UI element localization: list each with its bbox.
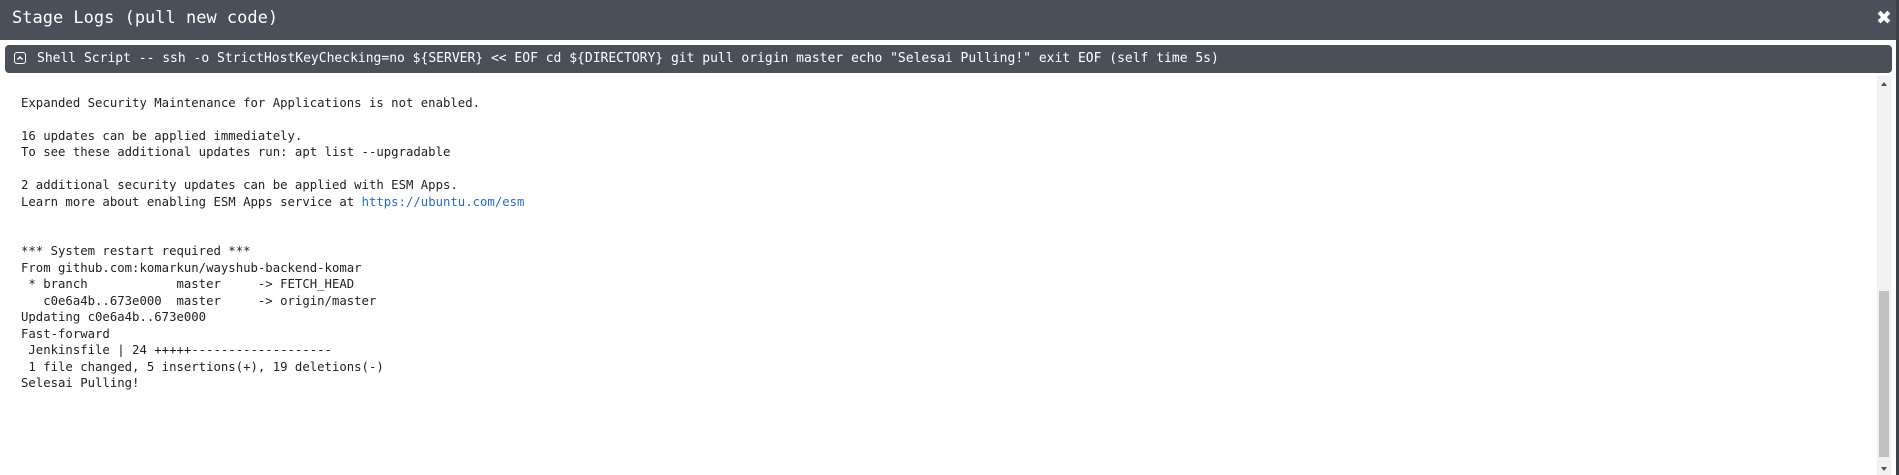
log-line-text: Learn more about enabling ESM Apps servi… [21, 195, 362, 209]
scroll-down-arrow-icon[interactable] [1877, 461, 1891, 475]
scroll-up-arrow-icon[interactable] [1877, 76, 1891, 90]
log-line: c0e6a4b..673e000 master -> origin/master [21, 294, 377, 308]
log-line: Fast-forward [21, 327, 110, 341]
log-line: * branch master -> FETCH_HEAD [21, 277, 355, 291]
log-line: 1 file changed, 5 insertions(+), 19 dele… [21, 360, 384, 374]
log-line: 16 updates can be applied immediately. [21, 129, 303, 143]
log-line: Selesai Pulling! [21, 376, 140, 390]
log-line: From github.com:komarkun/wayshub-backend… [21, 261, 362, 275]
log-line: To see these additional updates run: apt… [21, 145, 451, 159]
log-line: Updating c0e6a4b..673e000 [21, 310, 207, 324]
dialog-title-bar: Stage Logs (pull new code) ✖ [0, 0, 1899, 40]
dialog-title: Stage Logs (pull new code) [12, 8, 279, 28]
log-output: Expanded Security Maintenance for Applic… [5, 76, 1876, 475]
log-line: Jenkinsfile | 24 +++++------------------… [21, 343, 332, 357]
log-line: Expanded Security Maintenance for Applic… [21, 96, 481, 110]
log-scrollbar[interactable] [1877, 76, 1891, 475]
esm-link[interactable]: https://ubuntu.com/esm [362, 195, 525, 209]
log-line: *** System restart required *** [21, 244, 251, 258]
close-icon[interactable]: ✖ [1875, 8, 1893, 28]
scroll-thumb[interactable] [1879, 291, 1889, 457]
collapse-icon[interactable] [14, 52, 26, 64]
step-title: Shell Script -- ssh -o StrictHostKeyChec… [37, 51, 1219, 66]
stage-logs-dialog: Stage Logs (pull new code) ✖ Shell Scrip… [0, 0, 1899, 475]
step-header[interactable]: Shell Script -- ssh -o StrictHostKeyChec… [5, 45, 1892, 73]
log-line: 2 additional security updates can be app… [21, 178, 458, 192]
log-line: Learn more about enabling ESM Apps servi… [21, 194, 524, 210]
